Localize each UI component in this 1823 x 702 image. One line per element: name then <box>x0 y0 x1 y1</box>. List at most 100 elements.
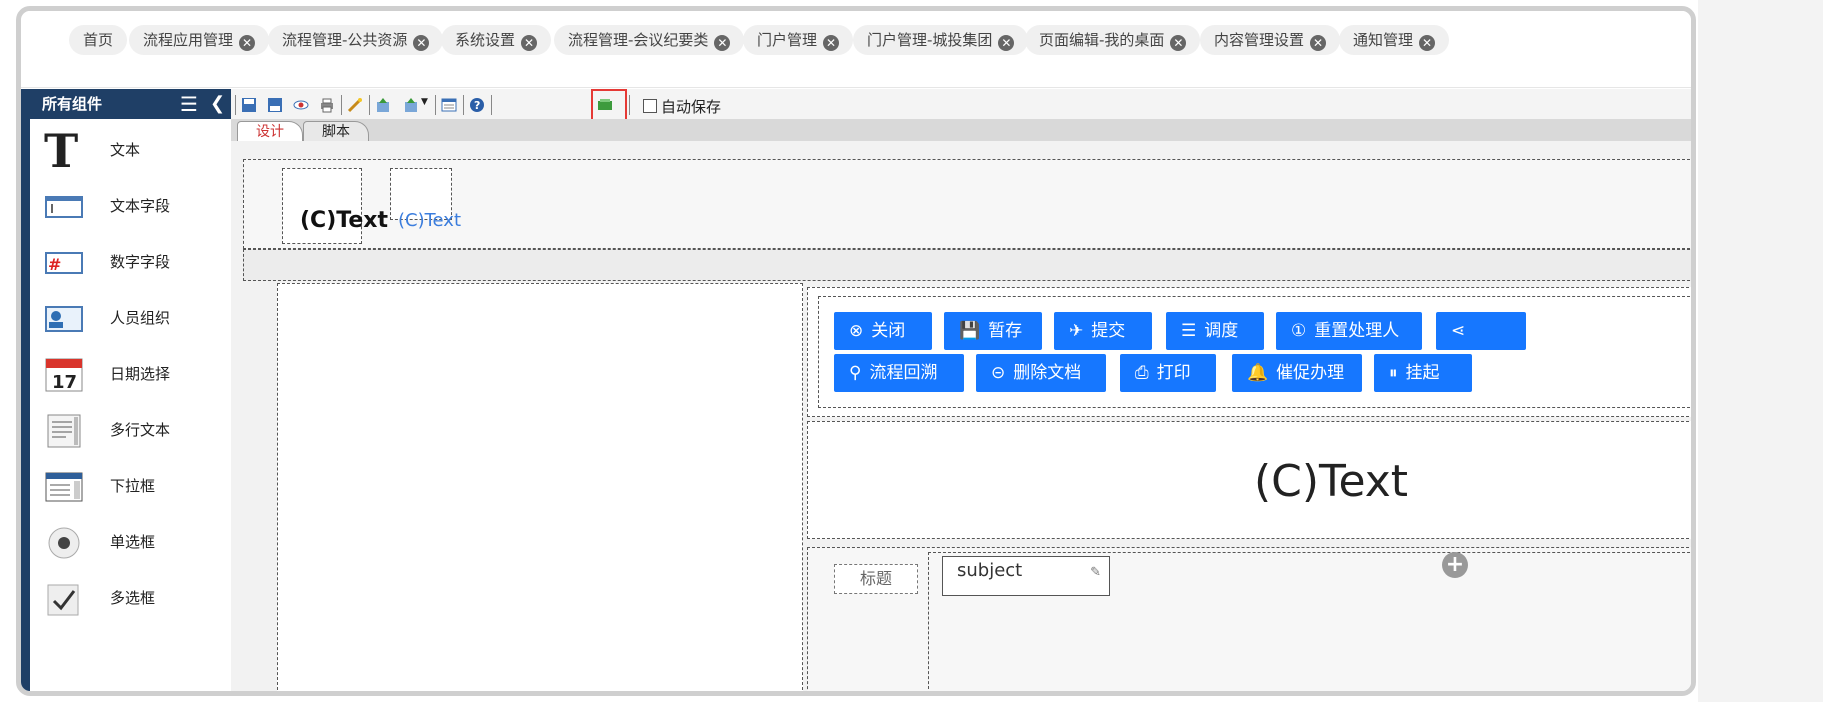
app-window: 首页 流程应用管理 ✕ 流程管理-公共资源 ✕ 系统设置 ✕ 流程管理-会议纪要类 ✕ … <box>16 6 1696 696</box>
close-icon[interactable]: ✕ <box>1419 35 1436 51</box>
tab-content-settings[interactable]: 内容管理设置 ✕ <box>1200 25 1341 55</box>
edit-icon[interactable]: ✎ <box>1090 559 1101 587</box>
tab-notice-mgmt[interactable]: 通知管理 ✕ <box>1339 25 1450 55</box>
stamp-icon: ⚲ <box>849 363 862 383</box>
button-label: 暂存 <box>988 321 1023 341</box>
large-text-element[interactable]: (C)Text <box>1254 456 1408 507</box>
highlight-box <box>591 89 627 123</box>
sidebar-item-select[interactable]: 下拉框 <box>30 459 231 513</box>
close-icon[interactable]: ✕ <box>998 35 1015 51</box>
number-field-icon: # <box>45 252 83 274</box>
right-blank-pane <box>1698 0 1823 702</box>
tab-process-public[interactable]: 流程管理-公共资源 ✕ <box>268 25 444 55</box>
autosave-checkbox[interactable] <box>643 99 657 113</box>
form-icon[interactable] <box>441 97 457 113</box>
close-button[interactable]: ⊗ 关闭 <box>834 312 932 350</box>
text-T-icon: T <box>44 124 79 178</box>
subject-value: subject <box>957 560 1023 581</box>
wand-icon[interactable] <box>347 97 363 113</box>
tab-system-settings[interactable]: 系统设置 ✕ <box>441 25 552 55</box>
export-icon[interactable] <box>403 97 419 113</box>
sidebar-item-text[interactable]: T 文本 <box>30 123 231 177</box>
sidebar-item-date-picker[interactable]: 17 日期选择 <box>30 347 231 401</box>
close-icon[interactable]: ✕ <box>413 35 430 51</box>
tab-process-app-mgmt[interactable]: 流程应用管理 ✕ <box>129 25 270 55</box>
save-icon[interactable] <box>241 97 257 113</box>
subject-input[interactable]: subject ✎ <box>942 556 1110 596</box>
tab-portal-group[interactable]: 门户管理-城投集团 ✕ <box>853 25 1029 55</box>
save-draft-button[interactable]: 💾 暂存 <box>944 312 1042 350</box>
sidebar-item-user-org[interactable]: 人员组织 <box>30 291 231 345</box>
bold-text-element[interactable]: (C)Text <box>300 208 388 233</box>
dispatch-button[interactable]: ☰ 调度 <box>1166 312 1264 350</box>
submit-button[interactable]: ✈ 提交 <box>1054 312 1152 350</box>
field-section[interactable]: 标题 subject ✎ + <box>807 547 1691 691</box>
urge-button[interactable]: 🔔 催促办理 <box>1232 354 1362 392</box>
tab-label: 流程管理-会议纪要类 <box>568 31 709 49</box>
close-icon[interactable]: ✕ <box>823 35 840 51</box>
pause-icon: ⏸ <box>1389 363 1398 383</box>
select-icon <box>45 472 83 502</box>
button-label: 关闭 <box>871 321 906 341</box>
sidebar-item-checkbox[interactable]: 多选框 <box>30 571 231 625</box>
title-text-section[interactable]: (C)Text <box>807 421 1691 539</box>
tab-label: 流程管理-公共资源 <box>282 31 408 49</box>
tab-design[interactable]: 设计 <box>237 121 303 142</box>
svg-text:#: # <box>48 255 61 274</box>
sidebar-item-radio[interactable]: 单选框 <box>30 515 231 569</box>
button-label: 提交 <box>1091 321 1126 341</box>
tab-page-edit[interactable]: 页面编辑-我的桌面 ✕ <box>1025 25 1201 55</box>
close-icon[interactable]: ✕ <box>239 35 256 51</box>
hamburger-menu-icon[interactable]: ☰ <box>180 89 198 119</box>
suspend-button[interactable]: ⏸ 挂起 <box>1374 354 1472 392</box>
tab-home[interactable]: 首页 <box>69 25 128 55</box>
process-trace-button[interactable]: ⚲ 流程回溯 <box>834 354 964 392</box>
tab-script[interactable]: 脚本 <box>303 121 369 142</box>
minus-circle-icon: ⊝ <box>991 363 1006 383</box>
share-icon: ⋖ <box>1451 321 1466 341</box>
sidebar-item-textarea[interactable]: 多行文本 <box>30 403 231 457</box>
field-label-title: 标题 <box>834 564 918 594</box>
sidebar-item-text-field[interactable]: 文本字段 <box>30 179 231 233</box>
sidebar-item-number-field[interactable]: # 数字字段 <box>30 235 231 289</box>
import-icon[interactable] <box>375 97 391 113</box>
autosave-label: 自动保存 <box>661 98 722 116</box>
save-as-icon[interactable] <box>267 97 283 113</box>
sidebar-item-label: 日期选择 <box>110 365 171 383</box>
close-icon[interactable]: ✕ <box>714 35 731 51</box>
button-panel[interactable]: ⊗ 关闭 💾 暂存 ✈ 提交 ☰ 调度 ① 重置处理人 ⋖ ⚲ 流程回溯 ⊝ 删除文档 ⎙ 打印… <box>807 287 1691 417</box>
list-icon: ☰ <box>1181 321 1197 341</box>
tab-process-meeting[interactable]: 流程管理-会议纪要类 ✕ <box>554 25 745 55</box>
print-icon[interactable] <box>319 97 335 113</box>
preview-icon[interactable] <box>293 97 309 113</box>
zoom-in-icon[interactable]: + <box>1442 552 1468 578</box>
autosave-toggle[interactable]: 自动保存 <box>643 96 721 117</box>
delete-document-button[interactable]: ⊝ 删除文档 <box>976 354 1106 392</box>
blue-text-element[interactable]: (C)Text <box>398 210 461 231</box>
tab-portal-mgmt[interactable]: 门户管理 ✕ <box>743 25 854 55</box>
reset-handler-button[interactable]: ① 重置处理人 <box>1276 312 1422 350</box>
close-icon[interactable]: ✕ <box>1170 35 1187 51</box>
header-section[interactable]: (C)Text (C)Text <box>243 159 1691 249</box>
tab-label: 门户管理 <box>757 31 818 49</box>
share-button[interactable]: ⋖ <box>1436 312 1526 350</box>
save-icon: 💾 <box>959 321 981 341</box>
button-label: 流程回溯 <box>869 363 938 383</box>
user-org-icon <box>45 306 83 332</box>
tab-label: 内容管理设置 <box>1214 31 1305 49</box>
chevron-left-icon[interactable]: ❮ <box>210 89 225 119</box>
chevron-down-icon[interactable]: ▼ <box>421 97 428 107</box>
close-icon[interactable]: ✕ <box>1310 35 1327 51</box>
left-panel[interactable] <box>277 283 803 691</box>
sidebar-item-label: 下拉框 <box>110 477 156 495</box>
print-button[interactable]: ⎙ 打印 <box>1120 354 1216 392</box>
tab-label: 页面编辑-我的桌面 <box>1039 31 1165 49</box>
sidebar-item-label: 多行文本 <box>110 421 171 439</box>
close-icon[interactable]: ✕ <box>521 35 538 51</box>
close-icon: ⊗ <box>849 321 864 341</box>
sidebar-item-label: 文本字段 <box>110 197 171 215</box>
help-icon[interactable]: ? <box>469 97 485 113</box>
button-label: 调度 <box>1204 321 1239 341</box>
sidebar-item-label: 多选框 <box>110 589 156 607</box>
sidebar-item-label: 单选框 <box>110 533 156 551</box>
